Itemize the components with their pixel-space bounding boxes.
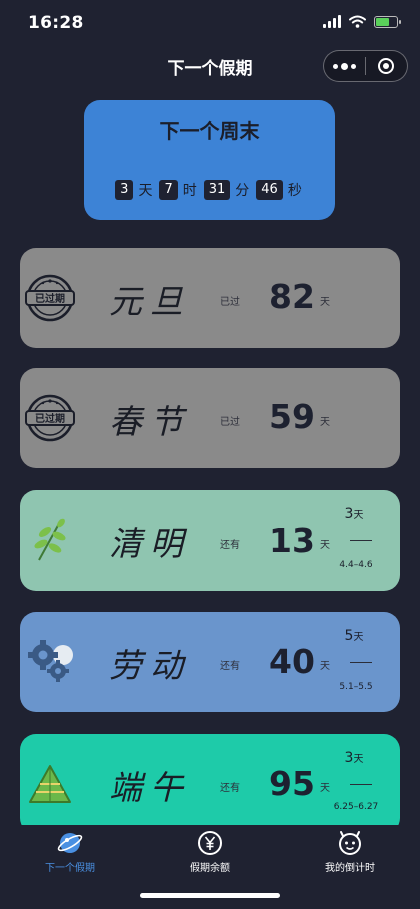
holiday-days-unit: 天 <box>320 783 330 794</box>
status-icons <box>323 15 401 28</box>
holiday-days-unit: 天 <box>320 297 330 308</box>
mini-program-capsule <box>323 50 408 82</box>
svg-text:已过期: 已过期 <box>35 412 65 425</box>
tab-label: 假期余额 <box>190 863 230 874</box>
tab-label: 下一个假期 <box>45 863 95 874</box>
next-weekend-card: 下一个周末 3 天 7 时 31 分 46 秒 <box>84 100 335 220</box>
holiday-status: 还有 <box>220 540 240 551</box>
holiday-date-range: 5.1–5.5 <box>339 682 373 692</box>
holiday-card-qingming[interactable]: 清明 还有 13 天 3天 4.4–4.6 <box>20 490 400 591</box>
holiday-length: 3天 <box>328 750 380 766</box>
tab-my-countdown[interactable]: 我的倒计时 <box>280 830 420 874</box>
nav-bar: 下一个假期 <box>0 46 420 86</box>
home-indicator <box>140 893 280 898</box>
holiday-name: 劳动 <box>109 646 191 685</box>
expired-stamp-icon: 已过期 <box>25 394 75 442</box>
holiday-name: 端午 <box>109 768 191 807</box>
holiday-length: 3天 <box>328 506 380 522</box>
countdown-days-unit: 天 <box>138 183 153 199</box>
holiday-days: 59 <box>269 397 315 436</box>
holiday-days: 95 <box>269 764 315 803</box>
holiday-length-unit: 天 <box>353 632 364 643</box>
gears-icon <box>28 640 73 682</box>
holiday-days: 13 <box>269 521 315 560</box>
leaf-sprig-icon <box>34 518 66 561</box>
holiday-card-labor-day[interactable]: 劳动 还有 40 天 5天 5.1–5.5 <box>20 612 400 712</box>
holiday-date-range: 6.25–6.27 <box>333 802 379 812</box>
status-bar: 16:28 <box>0 0 420 46</box>
planet-icon <box>57 833 83 853</box>
status-time: 16:28 <box>28 13 84 33</box>
countdown-hours: 7 <box>159 180 178 200</box>
holiday-date-range: 4.4–4.6 <box>339 560 373 570</box>
holiday-days-unit: 天 <box>320 417 330 428</box>
holiday-status: 还有 <box>220 661 240 672</box>
holiday-divider <box>350 662 372 663</box>
signal-icon <box>323 15 341 28</box>
holiday-length-unit: 天 <box>353 510 364 521</box>
wifi-icon <box>349 15 366 28</box>
holiday-name: 春节 <box>109 402 191 441</box>
holiday-days-unit: 天 <box>320 661 330 672</box>
zongzi-icon <box>29 765 71 803</box>
close-target-icon[interactable] <box>366 58 407 74</box>
holiday-status: 已过 <box>220 417 240 428</box>
tab-label: 我的倒计时 <box>325 863 375 874</box>
holiday-days: 40 <box>269 642 315 681</box>
holiday-status: 已过 <box>220 297 240 308</box>
holiday-card-dragon-boat[interactable]: 端午 还有 95 天 3天 6.25–6.27 <box>20 734 400 834</box>
battery-charging-icon <box>374 15 401 28</box>
holiday-length: 5天 <box>328 628 380 644</box>
countdown-minutes: 31 <box>203 180 231 200</box>
expired-stamp-icon: 已过期 <box>25 274 75 322</box>
holiday-name: 清明 <box>109 524 191 563</box>
countdown-minutes-unit: 分 <box>235 183 250 199</box>
holiday-length-unit: 天 <box>353 754 364 765</box>
weekend-countdown: 3 天 7 时 31 分 46 秒 <box>84 180 335 200</box>
holiday-days-unit: 天 <box>320 540 330 551</box>
tab-next-holiday[interactable]: 下一个假期 <box>0 830 140 874</box>
countdown-seconds: 46 <box>256 180 283 200</box>
countdown-seconds-unit: 秒 <box>287 183 302 199</box>
holiday-card-spring-festival[interactable]: 已过期 春节 已过 59 天 <box>20 368 400 468</box>
holiday-divider <box>350 540 372 541</box>
countdown-days: 3 <box>115 180 134 200</box>
holiday-name: 元旦 <box>109 282 191 321</box>
smiley-face-icon <box>339 831 361 855</box>
countdown-hours-unit: 时 <box>182 183 197 199</box>
tab-holiday-balance[interactable]: 假期余额 <box>140 830 280 874</box>
yen-coin-icon <box>198 831 222 855</box>
weekend-title: 下一个周末 <box>159 119 260 143</box>
holiday-card-new-year[interactable]: 已过期 元旦 已过 82 天 <box>20 248 400 348</box>
svg-text:已过期: 已过期 <box>35 292 65 305</box>
holiday-days: 82 <box>269 277 315 316</box>
holiday-status: 还有 <box>220 783 240 794</box>
more-dots-icon[interactable] <box>324 62 365 70</box>
holiday-divider <box>350 784 372 785</box>
